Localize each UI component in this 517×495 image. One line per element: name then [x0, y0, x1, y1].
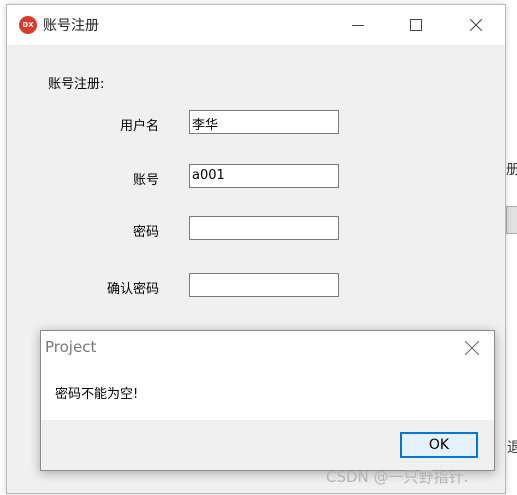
- username-input[interactable]: 李华: [189, 110, 339, 134]
- dialog-message: 密码不能为空!: [55, 387, 139, 402]
- background-window-button-text: 退: [507, 440, 517, 456]
- form-heading: 账号注册:: [48, 77, 105, 92]
- confirm-password-label: 确认密码: [106, 282, 159, 297]
- screen: 册 退 DX 账号注册 账号注册: 用户名 李华 账号 a001 密码 确认密码…: [0, 0, 517, 495]
- dialog-body: Project 密码不能为空!: [41, 331, 494, 420]
- background-window-control: [506, 206, 517, 234]
- window-title: 账号注册: [43, 18, 99, 34]
- username-label: 用户名: [119, 119, 159, 134]
- account-input[interactable]: a001: [189, 164, 339, 188]
- maximize-button[interactable]: [387, 5, 445, 45]
- close-icon: [465, 341, 479, 355]
- ok-button[interactable]: OK: [400, 432, 478, 458]
- password-label: 密码: [132, 225, 159, 240]
- close-button[interactable]: [447, 5, 505, 45]
- password-input[interactable]: [189, 216, 339, 240]
- watermark: CSDN @一只野指针.: [326, 468, 469, 486]
- title-bar[interactable]: DX 账号注册: [7, 5, 505, 45]
- confirm-password-input[interactable]: [189, 273, 339, 297]
- close-icon: [470, 19, 482, 31]
- dialog-title: Project: [45, 338, 97, 356]
- minimize-button[interactable]: [329, 5, 387, 45]
- app-icon: DX: [19, 16, 37, 34]
- minimize-icon: [352, 25, 364, 26]
- account-label: 账号: [132, 173, 159, 188]
- message-dialog: Project 密码不能为空! OK: [40, 330, 495, 471]
- dialog-close-button[interactable]: [459, 337, 485, 359]
- background-window-text: 册: [506, 162, 517, 178]
- maximize-icon: [410, 19, 422, 31]
